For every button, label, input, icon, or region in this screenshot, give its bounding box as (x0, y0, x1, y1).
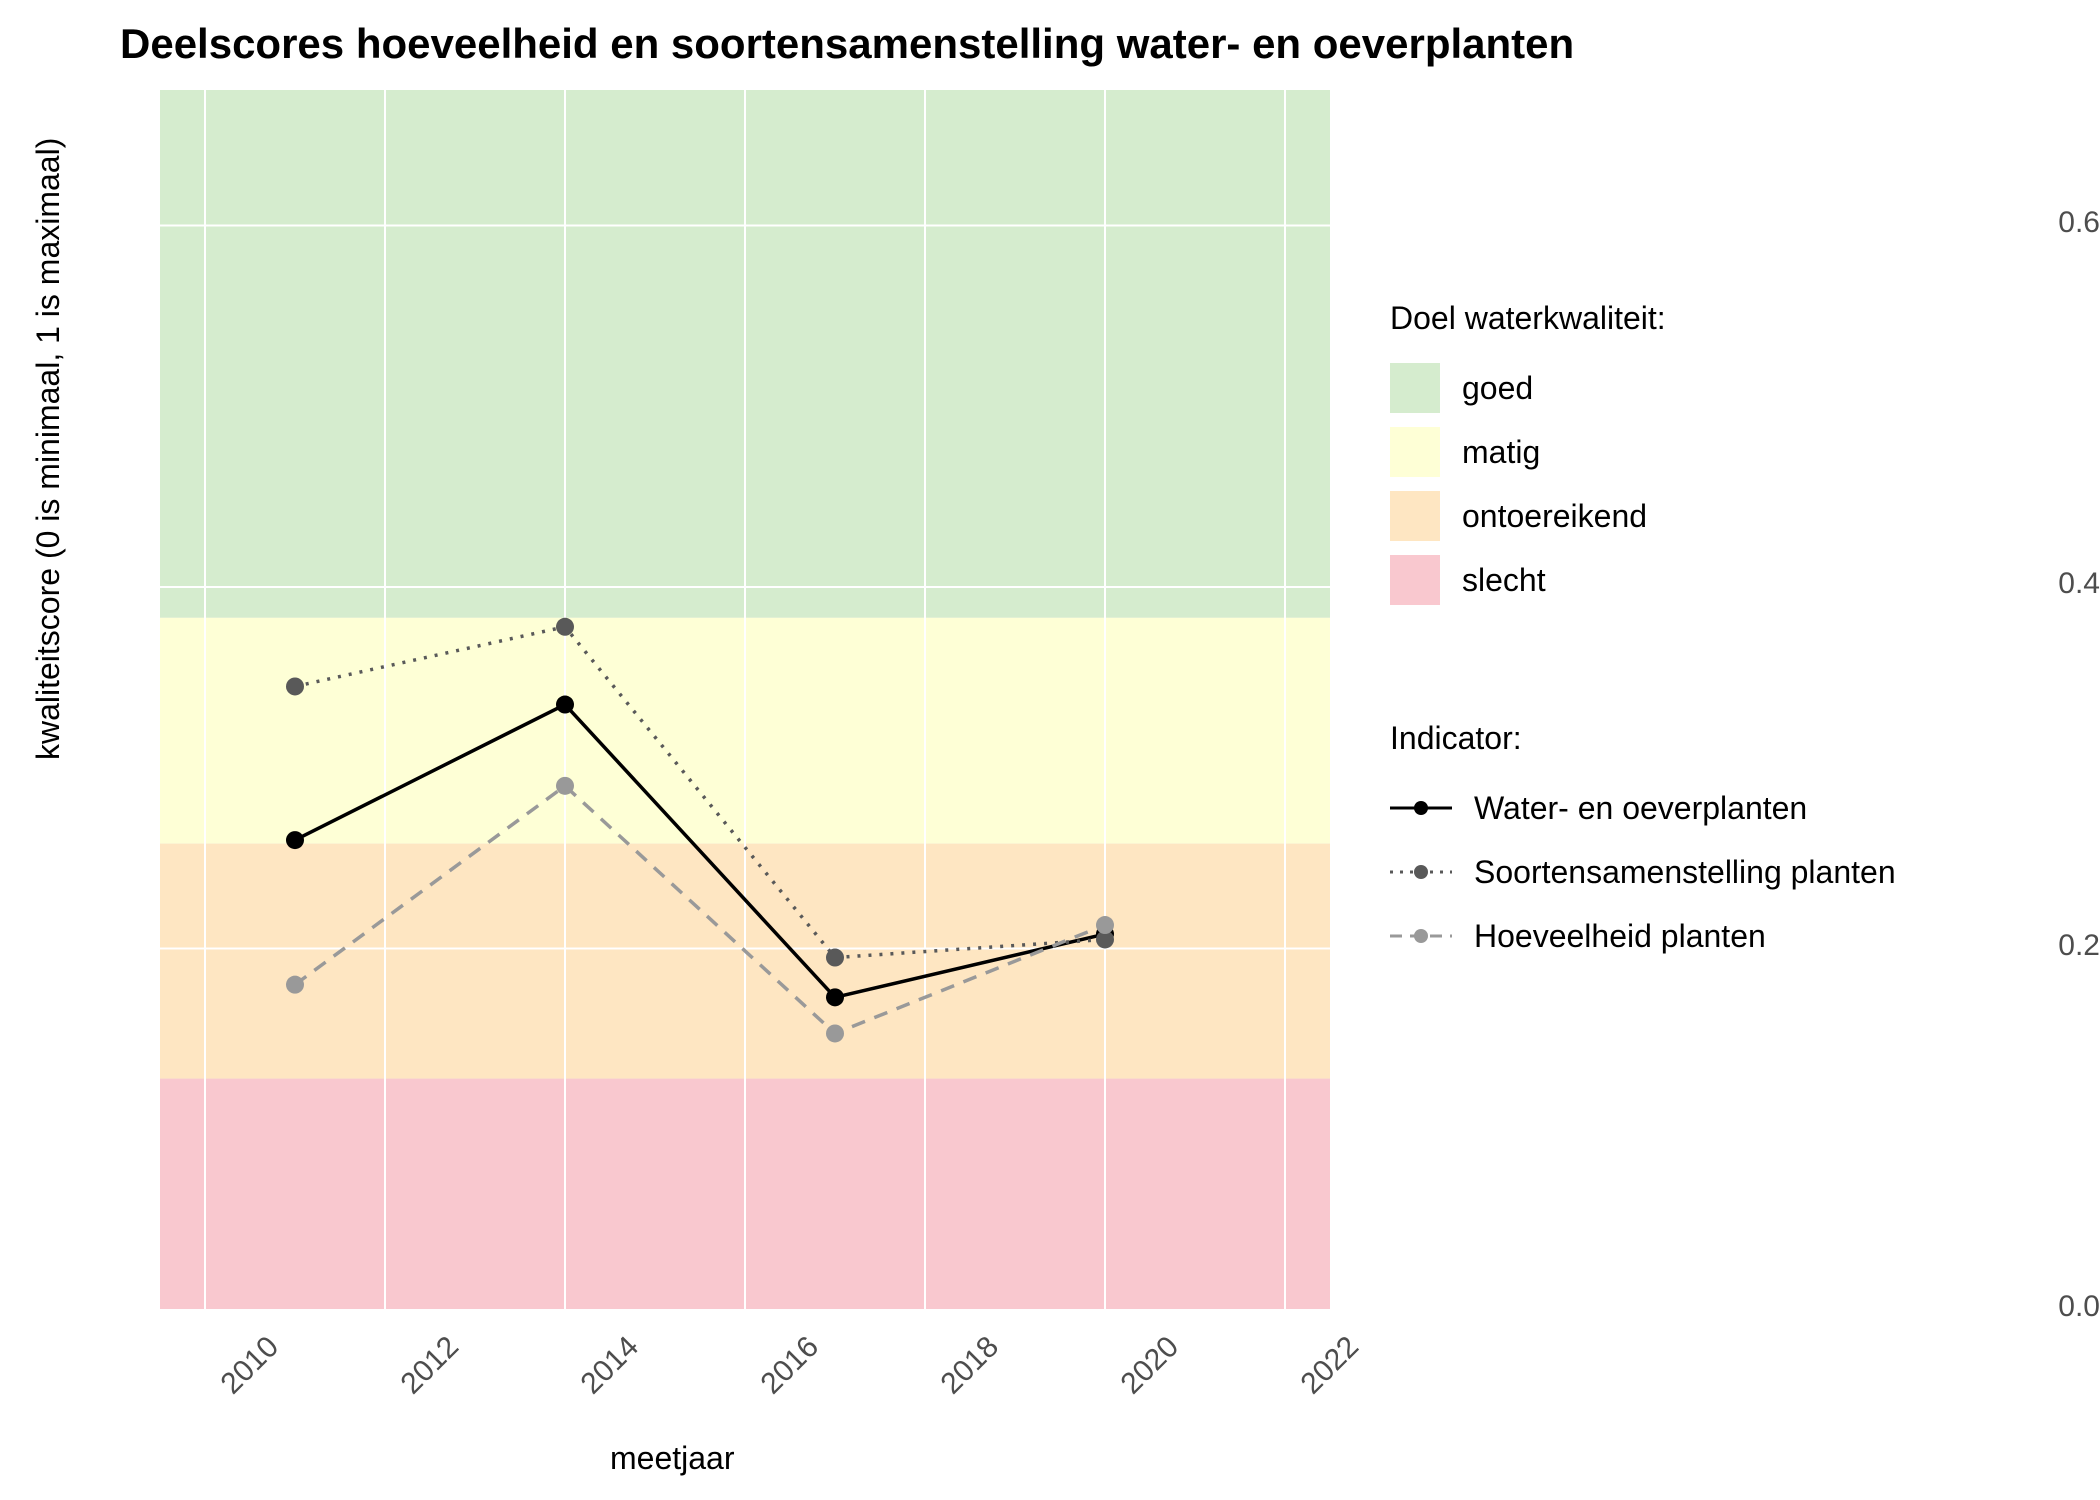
legend-series: Indicator: Water- en oeverplanten Soorte… (1390, 720, 1896, 975)
x-axis-label: meetjaar (610, 1440, 735, 1477)
legend-series-item: Water- en oeverplanten (1390, 783, 1896, 833)
x-tick: 2014 (575, 1330, 646, 1401)
legend-band-item: goed (1390, 363, 1666, 413)
x-tick: 2012 (395, 1330, 466, 1401)
swatch-matig (1390, 427, 1440, 477)
swatch-slecht (1390, 555, 1440, 605)
legend-series-label: Hoeveelheid planten (1474, 918, 1766, 955)
x-tick: 2022 (1295, 1330, 1366, 1401)
legend-bands-title: Doel waterkwaliteit: (1390, 300, 1666, 337)
legend-band-label: slecht (1462, 562, 1546, 599)
legend-band-label: ontoereikend (1462, 498, 1647, 535)
y-tick: 0.0 (1950, 1290, 2100, 1324)
x-tick: 2020 (1115, 1330, 1186, 1401)
plot-svg (160, 90, 1330, 1310)
legend-series-item: Hoeveelheid planten (1390, 911, 1896, 961)
legend-band-item: ontoereikend (1390, 491, 1666, 541)
linekey-soortensamenstelling (1390, 852, 1452, 892)
plot-area (160, 90, 1330, 1310)
legend-series-item: Soortensamenstelling planten (1390, 847, 1896, 897)
swatch-ontoereikend (1390, 491, 1440, 541)
linekey-hoeveelheid (1390, 916, 1452, 956)
legend-series-title: Indicator: (1390, 720, 1896, 757)
swatch-goed (1390, 363, 1440, 413)
y-axis-label: kwaliteitscore (0 is minimaal, 1 is maxi… (30, 138, 67, 760)
x-tick: 2016 (755, 1330, 826, 1401)
legend-band-item: matig (1390, 427, 1666, 477)
linekey-water-oever (1390, 788, 1452, 828)
x-tick: 2018 (935, 1330, 1006, 1401)
legend-series-label: Water- en oeverplanten (1474, 790, 1807, 827)
chart-title: Deelscores hoeveelheid en soortensamenst… (120, 20, 1574, 68)
legend-bands: Doel waterkwaliteit: goed matig ontoerei… (1390, 300, 1666, 619)
legend-series-label: Soortensamenstelling planten (1474, 854, 1896, 891)
x-tick: 2010 (215, 1330, 286, 1401)
y-tick: 0.6 (1950, 206, 2100, 240)
chart-container: Deelscores hoeveelheid en soortensamenst… (0, 0, 2100, 1500)
legend-band-item: slecht (1390, 555, 1666, 605)
legend-band-label: matig (1462, 434, 1540, 471)
y-tick: 0.2 (1950, 929, 2100, 963)
legend-band-label: goed (1462, 370, 1533, 407)
y-tick: 0.4 (1950, 567, 2100, 601)
